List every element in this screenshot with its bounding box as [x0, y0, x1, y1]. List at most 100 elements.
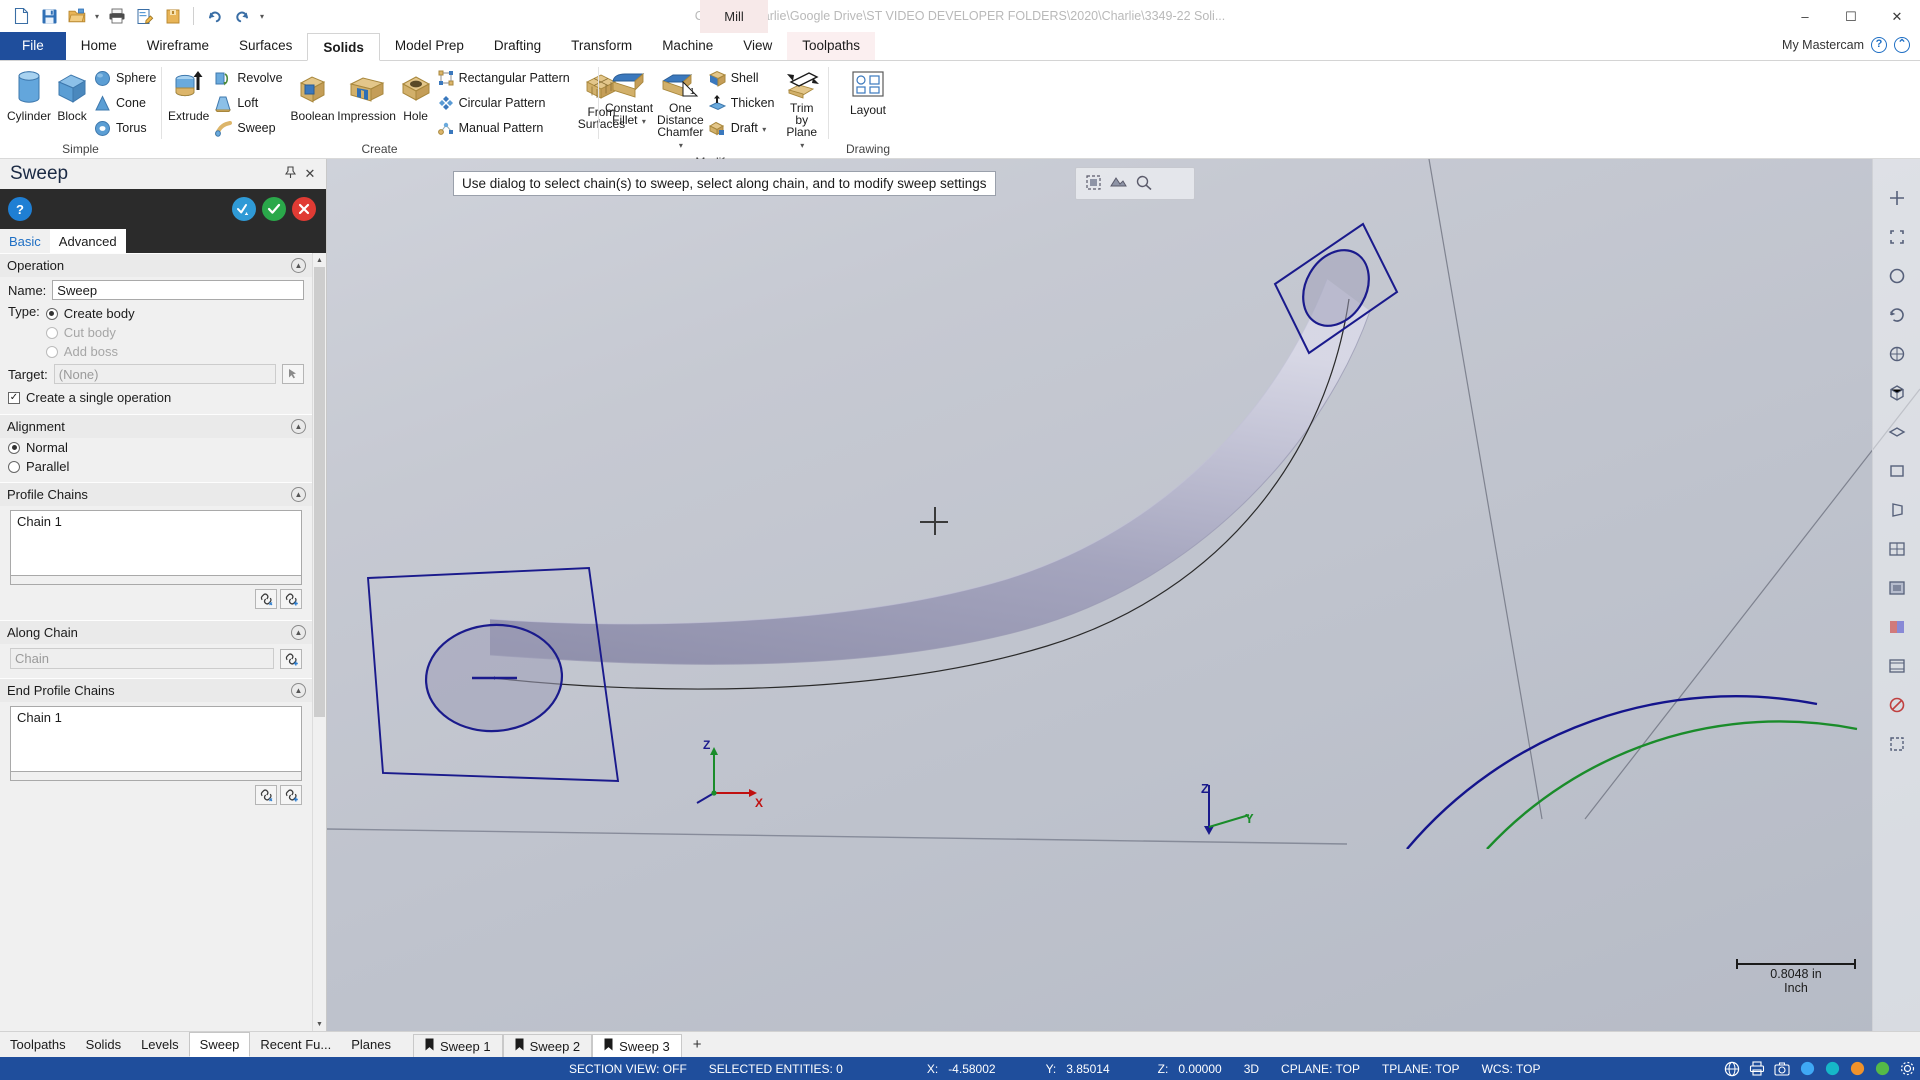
cancel-button[interactable]	[292, 197, 316, 221]
cylinder-button[interactable]: Cylinder	[6, 65, 52, 125]
print-status-icon[interactable]	[1748, 1060, 1766, 1078]
section-header-along-chain[interactable]: Along Chain ▲	[0, 620, 312, 644]
rectangular-pattern-button[interactable]: Rectangular Pattern	[436, 66, 575, 90]
manual-pattern-button[interactable]: Manual Pattern	[436, 116, 575, 140]
print-icon[interactable]	[104, 3, 130, 29]
select-target-icon[interactable]	[282, 364, 304, 384]
circular-pattern-button[interactable]: Circular Pattern	[436, 91, 575, 115]
loft-button[interactable]: Loft	[212, 91, 287, 115]
radio-parallel[interactable]: Parallel	[0, 457, 312, 476]
scrollbar-thumb[interactable]	[314, 267, 325, 717]
section-header-operation[interactable]: Operation ▲	[0, 253, 312, 277]
shell-button[interactable]: Shell	[707, 66, 780, 90]
ribbon-tab-transform[interactable]: Transform	[556, 32, 647, 60]
chevron-up-icon-along-chain[interactable]: ▲	[291, 625, 306, 640]
radio-create-body[interactable]: Create body	[45, 304, 143, 323]
bottom-tab-recent-functions[interactable]: Recent Fu...	[250, 1032, 341, 1057]
ribbon-tab-model-prep[interactable]: Model Prep	[380, 32, 479, 60]
ribbon-collapse-icon[interactable]: ⌃	[1894, 37, 1910, 53]
end-profile-chains-list[interactable]: Chain 1	[10, 706, 302, 772]
one-distance-chamfer-button[interactable]: 1 One Distance Chamfer ▾	[656, 65, 705, 155]
add-chain-icon[interactable]	[280, 589, 302, 609]
profile-chains-list-hscroll[interactable]	[10, 576, 302, 585]
unzoom-icon[interactable]	[1884, 263, 1910, 289]
add-end-chain-icon[interactable]	[280, 785, 302, 805]
chevron-up-icon-end-profile-chains[interactable]: ▲	[291, 683, 306, 698]
close-button[interactable]: ✕	[1874, 0, 1920, 33]
trim-by-plane-button[interactable]: Trim by Plane ▾	[782, 65, 823, 155]
mill-context-tab[interactable]: Mill	[700, 0, 768, 33]
status-wcs[interactable]: WCS: TOP	[1471, 1062, 1552, 1076]
help-button[interactable]: ?	[8, 197, 32, 221]
chevron-up-icon-alignment[interactable]: ▲	[291, 419, 306, 434]
list-item[interactable]: Chain 1	[17, 710, 295, 725]
ribbon-tab-toolpaths[interactable]: Toolpaths	[787, 32, 876, 60]
section-header-alignment[interactable]: Alignment ▲	[0, 414, 312, 438]
file-tab-sweep-3[interactable]: Sweep 3	[592, 1034, 682, 1057]
tab-basic[interactable]: Basic	[0, 229, 50, 253]
name-input[interactable]	[52, 280, 304, 300]
reselect-end-chain-icon[interactable]	[255, 785, 277, 805]
scroll-up-icon[interactable]: ▲	[312, 253, 326, 267]
cone-button[interactable]: Cone	[92, 91, 161, 115]
minimize-button[interactable]: –	[1782, 0, 1828, 33]
impression-button[interactable]: Impression	[337, 65, 396, 125]
end-profile-chains-list-hscroll[interactable]	[10, 772, 302, 781]
undo-icon[interactable]	[201, 3, 227, 29]
ribbon-tab-drafting[interactable]: Drafting	[479, 32, 556, 60]
select-along-chain-icon[interactable]	[280, 648, 302, 669]
sweep-panel-scrollbar[interactable]: ▲ ▼	[312, 253, 326, 1031]
status-mode-3d[interactable]: 3D	[1233, 1062, 1270, 1076]
profile-chains-list[interactable]: Chain 1	[10, 510, 302, 576]
status-z-coordinate[interactable]: Z: 0.00000	[1147, 1062, 1233, 1076]
revolve-button[interactable]: Revolve	[212, 66, 287, 90]
ribbon-tab-file[interactable]: File	[0, 32, 66, 60]
status-x-coordinate[interactable]: X: -4.58002	[916, 1062, 1007, 1076]
block-button[interactable]: Block	[54, 65, 90, 125]
help-icon[interactable]: ?	[1871, 37, 1887, 53]
settings-status-icon[interactable]	[1898, 1060, 1916, 1078]
apply-button[interactable]	[232, 197, 256, 221]
isometric-view-icon[interactable]	[1884, 380, 1910, 406]
list-item[interactable]: Chain 1	[17, 514, 295, 529]
open-folder-icon[interactable]	[64, 3, 90, 29]
close-icon[interactable]: ✕	[300, 166, 320, 182]
analyze-icon[interactable]	[1136, 175, 1152, 193]
ribbon-tab-surfaces[interactable]: Surfaces	[224, 32, 307, 60]
layout-button[interactable]: Layout	[839, 65, 897, 119]
extrude-button[interactable]: Extrude	[167, 65, 210, 125]
sweep-button[interactable]: Sweep	[212, 116, 287, 140]
add-file-tab-button[interactable]: +	[682, 1032, 713, 1057]
shaded-icon[interactable]	[1884, 575, 1910, 601]
my-mastercam-label[interactable]: My Mastercam	[1782, 38, 1864, 52]
new-file-icon[interactable]	[8, 3, 34, 29]
right-view-icon[interactable]	[1884, 497, 1910, 523]
maximize-button[interactable]: ☐	[1828, 0, 1874, 33]
graphics-viewport[interactable]: Z X Z Y Use dialog to select chain(s) to…	[327, 159, 1920, 1031]
torus-button[interactable]: Torus	[92, 116, 161, 140]
ok-button[interactable]	[262, 197, 286, 221]
bottom-tab-levels[interactable]: Levels	[131, 1032, 189, 1057]
top-view-icon[interactable]	[1884, 419, 1910, 445]
globe-icon[interactable]	[1723, 1060, 1741, 1078]
qat-overflow-icon[interactable]: ▾	[257, 12, 267, 21]
thicken-button[interactable]: Thicken	[707, 91, 780, 115]
constant-fillet-button[interactable]: Constant Fillet ▾	[604, 65, 654, 131]
save-icon[interactable]	[36, 3, 62, 29]
bottom-tab-toolpaths[interactable]: Toolpaths	[0, 1032, 76, 1057]
material-icon[interactable]	[1884, 614, 1910, 640]
print-preview-icon[interactable]	[132, 3, 158, 29]
ribbon-tab-home[interactable]: Home	[66, 32, 132, 60]
status-section-view[interactable]: SECTION VIEW: OFF	[558, 1062, 698, 1076]
pan-icon[interactable]	[1884, 341, 1910, 367]
file-tab-sweep-2[interactable]: Sweep 2	[502, 1034, 593, 1057]
chevron-up-icon-profile-chains[interactable]: ▲	[291, 487, 306, 502]
bottom-tab-solids[interactable]: Solids	[76, 1032, 131, 1057]
zoom-window-icon[interactable]	[1884, 224, 1910, 250]
quick-mask-icon[interactable]	[1110, 175, 1127, 193]
orange-dot-icon[interactable]	[1848, 1060, 1866, 1078]
status-cplane[interactable]: CPLANE: TOP	[1270, 1062, 1371, 1076]
folder-icon[interactable]	[160, 3, 186, 29]
bottom-tab-sweep[interactable]: Sweep	[188, 1032, 251, 1057]
ribbon-tab-machine[interactable]: Machine	[647, 32, 728, 60]
